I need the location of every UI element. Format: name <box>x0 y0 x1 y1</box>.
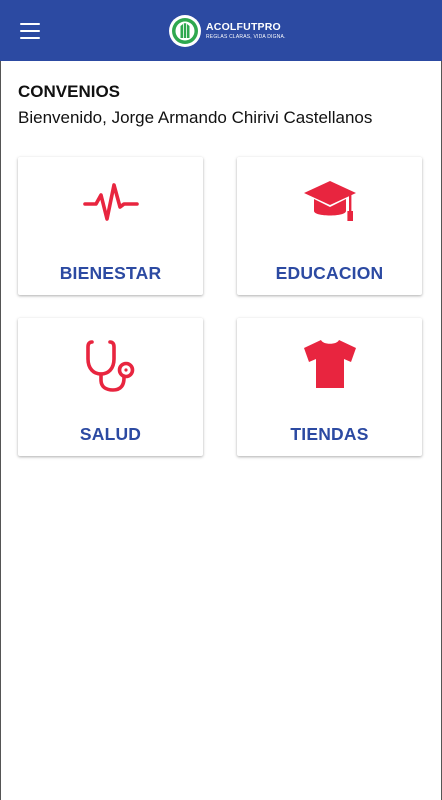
brand-logo: ACOLFUTPRO REGLAS CLARAS, VIDA DIGNA. <box>168 13 286 49</box>
stethoscope-icon <box>85 340 134 392</box>
card-label: SALUD <box>79 424 142 444</box>
bienestar-card[interactable]: BIENESTAR <box>18 157 203 295</box>
graduation-cap-icon <box>303 181 356 221</box>
educacion-card[interactable]: EDUCACION <box>237 157 422 295</box>
app-bar: ACOLFUTPRO REGLAS CLARAS, VIDA DIGNA. <box>0 0 442 61</box>
card-label: TIENDAS <box>290 424 369 444</box>
brand-name: ACOLFUTPRO <box>206 21 281 34</box>
heartbeat-icon <box>82 183 139 221</box>
tiendas-card[interactable]: TIENDAS <box>237 318 422 456</box>
menu-icon-line <box>20 23 40 25</box>
tshirt-icon <box>303 340 356 388</box>
card-label: EDUCACION <box>275 263 384 283</box>
salud-card[interactable]: SALUD <box>18 318 203 456</box>
page-title: CONVENIOS <box>18 82 121 101</box>
menu-icon-line <box>20 37 40 39</box>
menu-button[interactable] <box>12 16 48 46</box>
menu-icon-line <box>20 30 40 32</box>
logo-emblem-icon <box>169 15 201 47</box>
welcome-message: Bienvenido, Jorge Armando Chirivi Castel… <box>18 108 373 127</box>
brand-tagline: REGLAS CLARAS, VIDA DIGNA. <box>206 33 286 40</box>
card-label: BIENESTAR <box>59 263 162 283</box>
